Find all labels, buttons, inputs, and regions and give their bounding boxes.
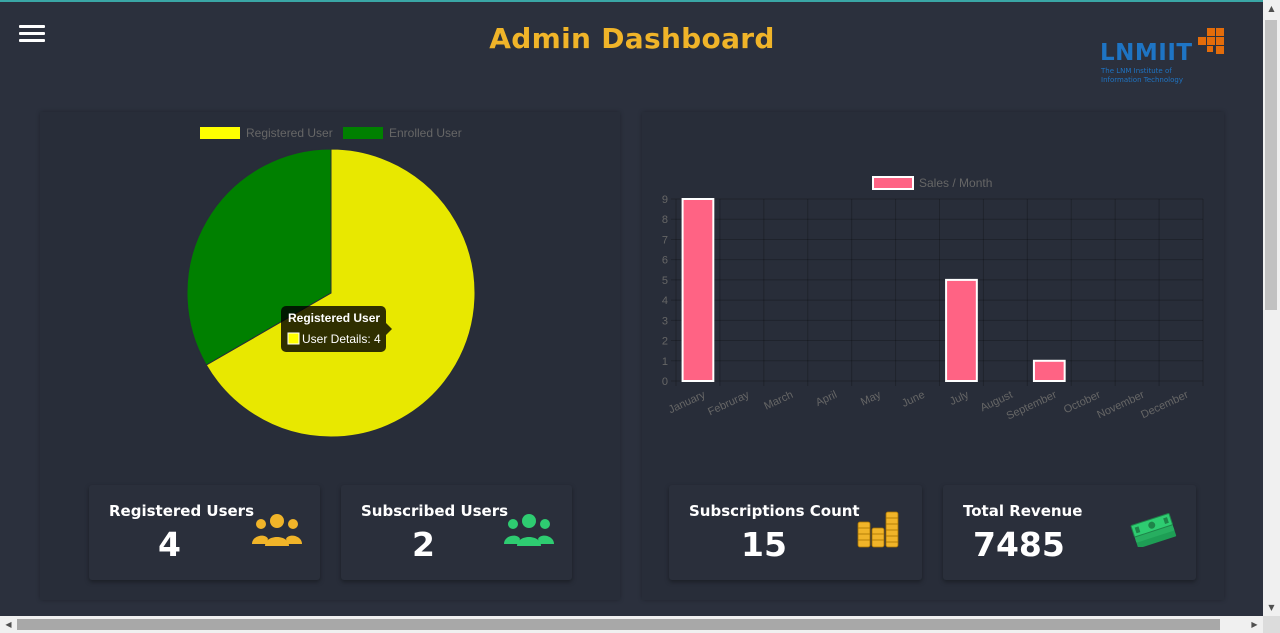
subscribed-users-card: Subscribed Users 2: [341, 485, 572, 580]
x-tick-label: March: [762, 389, 795, 413]
y-tick-label: 6: [662, 255, 668, 267]
horizontal-scroll-thumb[interactable]: [17, 619, 1220, 630]
card-value: 4: [158, 525, 181, 564]
y-tick-label: 3: [662, 315, 668, 327]
y-tick-label: 0: [662, 376, 668, 388]
scrollbar-corner: [1263, 616, 1280, 633]
x-tick-label: September: [1005, 389, 1059, 423]
scroll-up-icon[interactable]: ▲: [1263, 0, 1280, 17]
y-tick-label: 1: [662, 356, 668, 368]
card-label: Registered Users: [109, 502, 255, 520]
card-label: Total Revenue: [963, 502, 1083, 520]
scroll-down-icon[interactable]: ▼: [1263, 599, 1280, 616]
legend-label: Enrolled User: [389, 126, 462, 140]
legend-label: Sales / Month: [919, 176, 992, 190]
vertical-scroll-thumb[interactable]: [1265, 20, 1277, 310]
vertical-scrollbar[interactable]: ▲ ▼: [1263, 0, 1280, 616]
y-tick-label: 9: [662, 194, 668, 206]
card-value: 7485: [973, 525, 1065, 564]
y-tick-label: 8: [662, 214, 668, 226]
y-tick-label: 7: [662, 234, 668, 246]
tooltip-body: User Details: 4: [302, 332, 381, 346]
logo-text: LNMIIT: [1100, 40, 1193, 66]
subscriptions-count-card: Subscriptions Count 15: [669, 485, 922, 580]
bar: [1032, 359, 1066, 382]
x-tick-label: July: [948, 389, 971, 408]
x-tick-label: April: [814, 389, 839, 409]
card-label: Subscriptions Count: [689, 502, 860, 520]
chart-tooltip: Registered User User Details: 4: [281, 306, 392, 352]
logo-subtitle: The LNM Institute of Information Technol…: [1101, 67, 1183, 84]
x-tick-label: November: [1095, 389, 1146, 421]
card-value: 15: [741, 525, 787, 564]
legend-swatch: [200, 127, 240, 139]
legend-label: Registered User: [246, 126, 333, 140]
card-value: 2: [412, 525, 435, 564]
money-stack-icon: [1130, 513, 1177, 547]
scroll-left-icon[interactable]: ◀: [0, 616, 17, 633]
x-tick-label: June: [900, 389, 927, 410]
users-group-icon: [504, 514, 554, 546]
tooltip-swatch: [287, 332, 300, 345]
bar: [681, 198, 715, 382]
lnmiit-logo: LNMIIT The LNM Institute of Information …: [1100, 28, 1230, 88]
registered-users-card: Registered Users 4: [89, 485, 320, 580]
y-tick-label: 2: [662, 336, 668, 348]
x-tick-label: Februray: [706, 389, 751, 419]
x-tick-label: May: [859, 389, 883, 409]
y-tick-label: 5: [662, 275, 668, 287]
bar-chart: 0 1 2 3 4 5 6 7 8 9 JanuaryFebruray March April May Ju…: [662, 176, 1204, 423]
x-tick-label: January: [667, 389, 708, 417]
pie-chart: Registered User Enrolled User Registered U…: [186, 126, 476, 438]
scroll-right-icon[interactable]: ▶: [1246, 616, 1263, 633]
y-tick-label: 4: [662, 295, 668, 307]
legend-swatch: [872, 176, 914, 190]
top-accent-line: [0, 0, 1280, 2]
x-tick-label: December: [1139, 389, 1190, 421]
total-revenue-card: Total Revenue 7485: [943, 485, 1196, 580]
card-label: Subscribed Users: [361, 502, 509, 520]
horizontal-scrollbar[interactable]: ◀ ▶: [0, 616, 1263, 633]
page-title: Admin Dashboard: [489, 22, 775, 55]
legend-swatch: [343, 127, 383, 139]
bar: [945, 278, 978, 382]
tooltip-title: Registered User: [288, 311, 380, 325]
users-group-icon: [252, 514, 302, 546]
coin-stacks-icon: [857, 511, 899, 548]
